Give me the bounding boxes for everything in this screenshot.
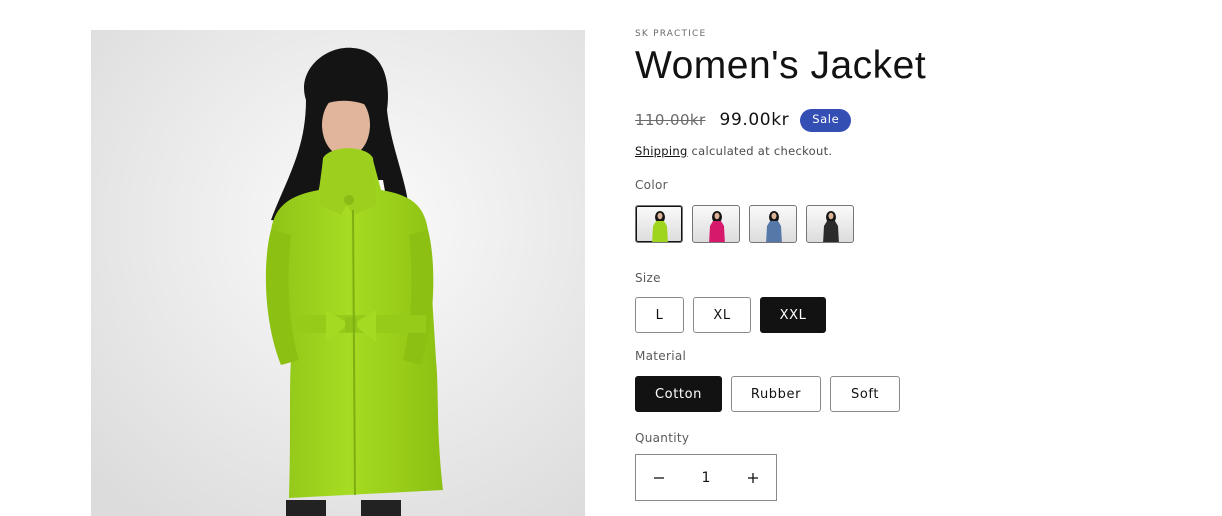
minus-icon [654,476,664,479]
price-row: 110.00kr 99.00kr Sale [635,109,852,132]
product-info: SK PRACTICE Women's Jacket 110.00kr 99.0… [635,0,1195,516]
product-image[interactable] [91,30,585,516]
size-label: Size [635,271,661,285]
color-swatch-lime[interactable] [635,205,683,243]
quantity-input[interactable]: 1 [682,470,730,486]
vendor-name: SK PRACTICE [635,29,707,39]
swatch-thumbnail-icon [766,211,782,242]
shipping-note: Shipping calculated at checkout. [635,144,832,158]
size-options: L XL XXL [635,297,826,333]
swatch-thumbnail-icon [652,211,668,242]
quantity-decrease-button[interactable] [636,455,682,500]
size-option-l[interactable]: L [635,297,684,333]
color-swatches [635,205,854,243]
compare-price: 110.00kr [635,111,706,130]
color-swatch-pink[interactable] [692,205,740,243]
product-photo-icon [91,30,585,516]
color-label: Color [635,178,668,192]
swatch-thumbnail-icon [709,211,725,242]
size-option-xl[interactable]: XL [693,297,751,333]
swatch-thumbnail-icon [823,211,839,242]
sale-badge: Sale [800,109,852,132]
material-options: Cotton Rubber Soft [635,376,900,412]
product-title: Women's Jacket [635,44,927,87]
material-option-cotton[interactable]: Cotton [635,376,722,412]
material-option-rubber[interactable]: Rubber [731,376,821,412]
shipping-link[interactable]: Shipping [635,144,688,158]
material-label: Material [635,349,687,363]
quantity-increase-button[interactable] [730,455,776,500]
color-swatch-black[interactable] [806,205,854,243]
material-option-soft[interactable]: Soft [830,376,900,412]
color-swatch-blue[interactable] [749,205,797,243]
quantity-label: Quantity [635,431,690,445]
sale-price: 99.00kr [719,110,790,131]
plus-icon [748,472,758,483]
quantity-stepper: 1 [635,454,777,501]
size-option-xxl[interactable]: XXL [760,297,826,333]
shipping-text: calculated at checkout. [687,144,833,158]
